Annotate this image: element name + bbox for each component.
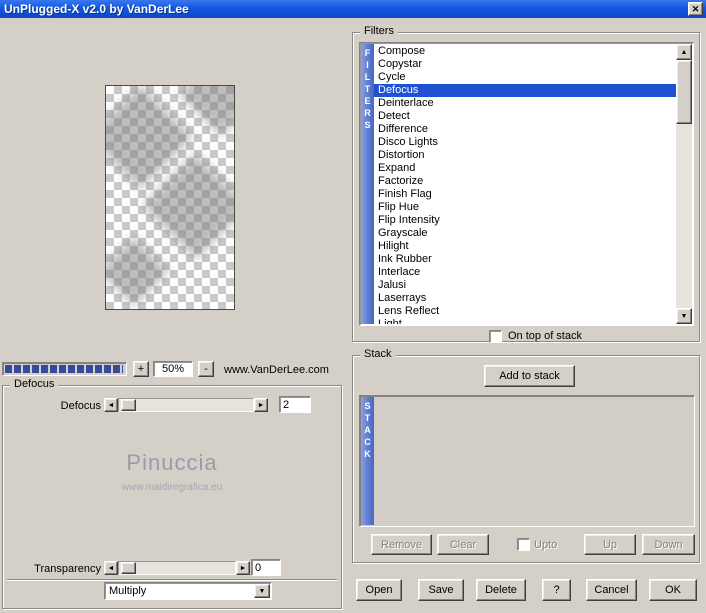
defocus-group-title: Defocus — [10, 378, 59, 391]
help-button[interactable]: ? — [542, 579, 571, 601]
scroll-up-button[interactable]: ▲ — [676, 44, 692, 60]
filter-item[interactable]: Compose — [374, 45, 676, 58]
filter-item[interactable]: Flip Hue — [374, 201, 676, 214]
ok-button[interactable]: OK — [649, 579, 697, 601]
filter-item[interactable]: Disco Lights — [374, 136, 676, 149]
transparency-slider-left-button[interactable]: ◄ — [104, 561, 118, 575]
open-button[interactable]: Open — [356, 579, 402, 601]
down-button[interactable]: Down — [642, 534, 695, 555]
zoom-in-button[interactable]: + — [133, 361, 149, 377]
filter-item[interactable]: Ink Rubber — [374, 253, 676, 266]
filters-scrollbar[interactable]: ▲ ▼ — [676, 44, 692, 324]
filters-group-title: Filters — [360, 25, 398, 38]
defocus-slider-right-button[interactable]: ► — [254, 398, 268, 412]
defocus-slider-track[interactable] — [118, 398, 254, 412]
filter-item[interactable]: Hilight — [374, 240, 676, 253]
watermark-name: Pinuccia — [126, 450, 218, 475]
add-to-stack-button[interactable]: Add to stack — [484, 365, 575, 387]
delete-button[interactable]: Delete — [476, 579, 526, 601]
filter-item[interactable]: Detect — [374, 110, 676, 123]
filters-listbox[interactable]: FILTERS Compose Copystar Cycle Defocus Deint… — [359, 42, 694, 326]
defocus-slider-left-button[interactable]: ◄ — [104, 398, 118, 412]
upto-checkbox[interactable] — [517, 538, 530, 551]
window-title: UnPlugged-X v2.0 by VanDerLee — [4, 2, 189, 16]
filter-item[interactable]: Light — [374, 318, 676, 324]
save-button[interactable]: Save — [418, 579, 464, 601]
filter-item[interactable]: Defocus — [374, 84, 676, 97]
on-top-of-stack-checkbox[interactable] — [489, 330, 502, 343]
zoom-out-button[interactable]: - — [198, 361, 214, 377]
transparency-slider-label: Transparency — [34, 563, 101, 575]
arrow-right-icon: ► — [239, 565, 247, 572]
filter-item[interactable]: Interlace — [374, 266, 676, 279]
filter-item[interactable]: Expand — [374, 162, 676, 175]
stack-strip: STACK — [361, 397, 374, 525]
transparency-slider-track[interactable] — [118, 561, 236, 575]
filter-item[interactable]: Lens Reflect — [374, 305, 676, 318]
upto-label: Upto — [534, 539, 558, 551]
arrow-down-icon: ▼ — [680, 312, 688, 320]
filter-item[interactable]: Distortion — [374, 149, 676, 162]
filter-item[interactable]: Cycle — [374, 71, 676, 84]
arrow-left-icon: ◄ — [107, 565, 115, 572]
zoom-level-display: 50% — [153, 361, 193, 377]
defocus-slider-thumb[interactable] — [121, 399, 136, 411]
transparency-slider-right-button[interactable]: ► — [236, 561, 250, 575]
on-top-of-stack-label: On top of stack — [508, 330, 582, 342]
filter-item[interactable]: Finish Flag — [374, 188, 676, 201]
chevron-down-icon: ▼ — [258, 587, 266, 595]
close-button[interactable]: ✕ — [688, 2, 703, 16]
separator — [7, 579, 337, 581]
watermark-site: www.maidiregrafica.eu — [121, 482, 223, 493]
titlebar[interactable]: UnPlugged-X v2.0 by VanDerLee ✕ — [0, 0, 706, 18]
filter-item[interactable]: Difference — [374, 123, 676, 136]
stack-groupbox: Stack Add to stack STACK Remove Clear Up… — [352, 348, 700, 563]
defocus-value-input[interactable] — [279, 396, 311, 413]
blend-mode-dropdown-button[interactable]: ▼ — [254, 584, 270, 598]
filters-groupbox: Filters FILTERS Compose Copystar Cycle Defo… — [352, 25, 700, 343]
filter-item[interactable]: Factorize — [374, 175, 676, 188]
vendor-website-link[interactable]: www.VanDerLee.com — [224, 364, 329, 376]
close-icon: ✕ — [691, 3, 700, 14]
cancel-button[interactable]: Cancel — [586, 579, 637, 601]
filter-item[interactable]: Laserrays — [374, 292, 676, 305]
filter-item[interactable]: Deinterlace — [374, 97, 676, 110]
up-button[interactable]: Up — [584, 534, 636, 555]
scrollbar-thumb[interactable] — [676, 60, 692, 124]
progress-fill — [5, 365, 123, 373]
transparency-slider-thumb[interactable] — [121, 562, 136, 574]
filter-item[interactable]: Jalusi — [374, 279, 676, 292]
arrow-right-icon: ► — [257, 402, 265, 409]
blend-mode-select[interactable]: Multiply ▼ — [104, 582, 272, 600]
stack-listbox[interactable]: STACK — [359, 395, 695, 527]
stack-group-title: Stack — [360, 348, 396, 361]
preview-image[interactable] — [105, 85, 235, 310]
filter-item[interactable]: Grayscale — [374, 227, 676, 240]
blend-mode-value: Multiply — [109, 585, 147, 597]
progress-bar — [2, 362, 127, 376]
filter-item[interactable]: Copystar — [374, 58, 676, 71]
filters-strip: FILTERS — [361, 44, 374, 324]
defocus-groupbox: Defocus Defocus ◄ ► Pinuccia www.maidire… — [2, 378, 342, 609]
arrow-up-icon: ▲ — [680, 48, 688, 56]
preview-shape — [106, 235, 170, 307]
preview-shape — [178, 86, 234, 137]
filter-item[interactable]: Flip Intensity — [374, 214, 676, 227]
arrow-left-icon: ◄ — [107, 402, 115, 409]
defocus-slider-label: Defocus — [60, 400, 101, 412]
scroll-down-button[interactable]: ▼ — [676, 308, 692, 324]
transparency-value-input[interactable] — [251, 559, 281, 576]
remove-button[interactable]: Remove — [371, 534, 432, 555]
filters-items: Compose Copystar Cycle Defocus Deinterlace De… — [374, 45, 676, 324]
clear-button[interactable]: Clear — [437, 534, 489, 555]
